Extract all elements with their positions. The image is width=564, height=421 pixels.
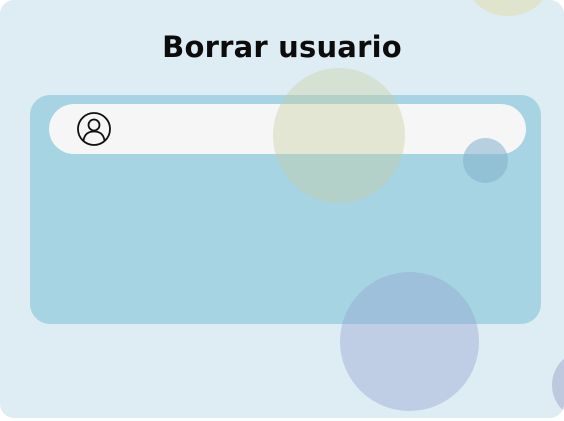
decorative-circle	[552, 350, 564, 418]
decorative-circle	[468, 0, 548, 16]
username-field[interactable]	[49, 104, 526, 154]
page-title: Borrar usuario	[162, 30, 402, 64]
user-icon	[76, 111, 112, 147]
delete-user-window: Borrar usuario	[0, 0, 564, 418]
username-input[interactable]	[125, 112, 509, 148]
